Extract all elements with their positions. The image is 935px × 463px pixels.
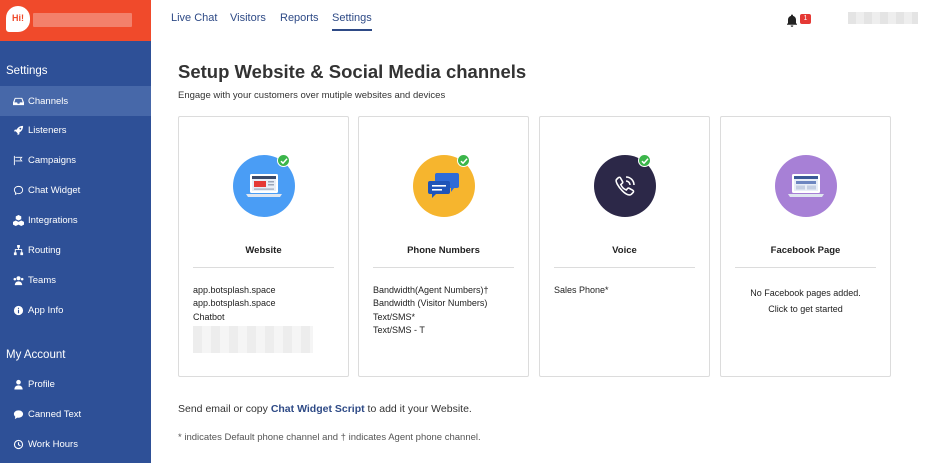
brand-name-redacted <box>33 13 132 27</box>
clock-icon <box>12 438 24 450</box>
card-channel-list: Bandwidth(Agent Numbers)† Bandwidth (Vis… <box>373 284 489 338</box>
inbox-icon <box>12 95 24 107</box>
sidebar-item-profile[interactable]: Profile <box>0 369 151 399</box>
channel-line: Bandwidth (Visitor Numbers) <box>373 298 488 309</box>
sidebar-item-label: App Info <box>28 304 64 316</box>
sidebar-item-label: Listeners <box>28 124 67 136</box>
card-divider <box>373 267 514 268</box>
sidebar-item-label: Routing <box>28 244 61 256</box>
top-navigation: Live Chat Visitors Reports Settings 1 <box>151 0 935 41</box>
chat-widget-script-link[interactable]: Chat Widget Script <box>271 403 365 415</box>
notification-count-badge: 1 <box>800 14 811 24</box>
brand-bar: Hi! <box>0 0 151 41</box>
page-subtitle: Engage with your customers over mutiple … <box>178 90 446 101</box>
sidebar-item-label: Work Hours <box>28 438 78 450</box>
sidebar-item-label: Chat Widget <box>28 184 81 196</box>
sidebar-item-integrations[interactable]: Integrations <box>0 205 151 235</box>
channel-line: app.botsplash.space <box>193 298 276 309</box>
card-channel-list: Sales Phone* <box>554 284 609 297</box>
card-channel-list: app.botsplash.space app.botsplash.space … <box>193 284 313 354</box>
user-icon <box>12 378 24 390</box>
card-empty-state: No Facebook pages added. Click to get st… <box>721 285 890 317</box>
instructions-prefix: Send email or copy <box>178 403 271 415</box>
channel-card-voice[interactable]: Voice Sales Phone* <box>539 116 710 377</box>
sidebar-item-label: Campaigns <box>28 154 77 166</box>
card-title: Facebook Page <box>770 245 841 256</box>
sidebar-item-chat-widget[interactable]: Chat Widget <box>0 175 151 205</box>
sidebar-item-app-info[interactable]: App Info <box>0 295 151 325</box>
card-title: Website <box>245 245 282 256</box>
rocket-icon <box>12 124 24 136</box>
info-icon <box>12 304 24 316</box>
sidebar-item-label: Integrations <box>28 214 78 226</box>
channel-card-phone-numbers[interactable]: Phone Numbers Bandwidth(Agent Numbers)† … <box>358 116 529 377</box>
sitemap-icon <box>12 244 24 256</box>
sidebar-item-label: Channels <box>28 95 69 107</box>
redacted-line <box>193 326 313 354</box>
widget-script-instructions: Send email or copy Chat Widget Script to… <box>178 403 472 415</box>
sidebar-item-campaigns[interactable]: Campaigns <box>0 145 151 175</box>
cubes-icon <box>12 214 24 226</box>
check-icon <box>277 154 290 167</box>
chat-bubble-icon <box>12 184 24 196</box>
flag-icon <box>12 154 24 166</box>
check-icon <box>457 154 470 167</box>
sidebar-item-label: Profile <box>28 378 55 390</box>
channel-card-facebook-page[interactable]: Facebook Page No Facebook pages added. C… <box>720 116 891 377</box>
channel-line: Text/SMS - T <box>373 325 425 336</box>
channel-line: Bandwidth(Agent Numbers)† <box>373 285 489 295</box>
sidebar-item-canned-text[interactable]: Canned Text <box>0 399 151 429</box>
channel-line: app.botsplash.space <box>193 285 276 295</box>
user-name-redacted[interactable] <box>848 12 918 24</box>
check-icon <box>638 154 651 167</box>
laptop-facebook-icon <box>775 155 837 217</box>
sidebar-item-channels[interactable]: Channels <box>0 86 151 116</box>
sidebar-item-teams[interactable]: Teams <box>0 265 151 295</box>
sidebar-item-label: Canned Text <box>28 408 82 420</box>
settings-heading: Settings <box>6 65 48 77</box>
channel-line: Sales Phone* <box>554 285 609 295</box>
sidebar-item-routing[interactable]: Routing <box>0 235 151 265</box>
sidebar-item-label: Teams <box>28 274 56 286</box>
tab-live-chat[interactable]: Live Chat <box>171 12 217 31</box>
channel-card-website[interactable]: Website app.botsplash.space app.botsplas… <box>178 116 349 377</box>
card-title: Phone Numbers <box>407 245 480 256</box>
brand-logo[interactable]: Hi! <box>6 6 30 32</box>
get-started-link[interactable]: Click to get started <box>721 301 890 317</box>
channel-line: Chatbot <box>193 311 225 322</box>
card-title: Voice <box>612 245 637 256</box>
sidebar: Hi! Settings Channels Listeners Campaign… <box>0 0 151 463</box>
bell-icon[interactable] <box>786 14 800 28</box>
my-account-heading: My Account <box>6 349 66 361</box>
tab-reports[interactable]: Reports <box>280 12 319 31</box>
page-title: Setup Website & Social Media channels <box>178 61 527 82</box>
tab-visitors[interactable]: Visitors <box>230 12 266 31</box>
card-divider <box>554 267 695 268</box>
channel-legend-footnote: * indicates Default phone channel and † … <box>178 432 481 443</box>
instructions-suffix: to add it your Website. <box>364 403 472 415</box>
channel-line: Text/SMS* <box>373 311 416 322</box>
card-divider <box>735 267 876 268</box>
users-icon <box>12 274 24 286</box>
empty-state-text: No Facebook pages added. <box>750 288 861 298</box>
card-divider <box>193 267 334 268</box>
sidebar-item-work-hours[interactable]: Work Hours <box>0 429 151 459</box>
sidebar-item-listeners[interactable]: Listeners <box>0 115 151 145</box>
tab-settings[interactable]: Settings <box>332 12 372 31</box>
comment-icon <box>12 408 24 420</box>
